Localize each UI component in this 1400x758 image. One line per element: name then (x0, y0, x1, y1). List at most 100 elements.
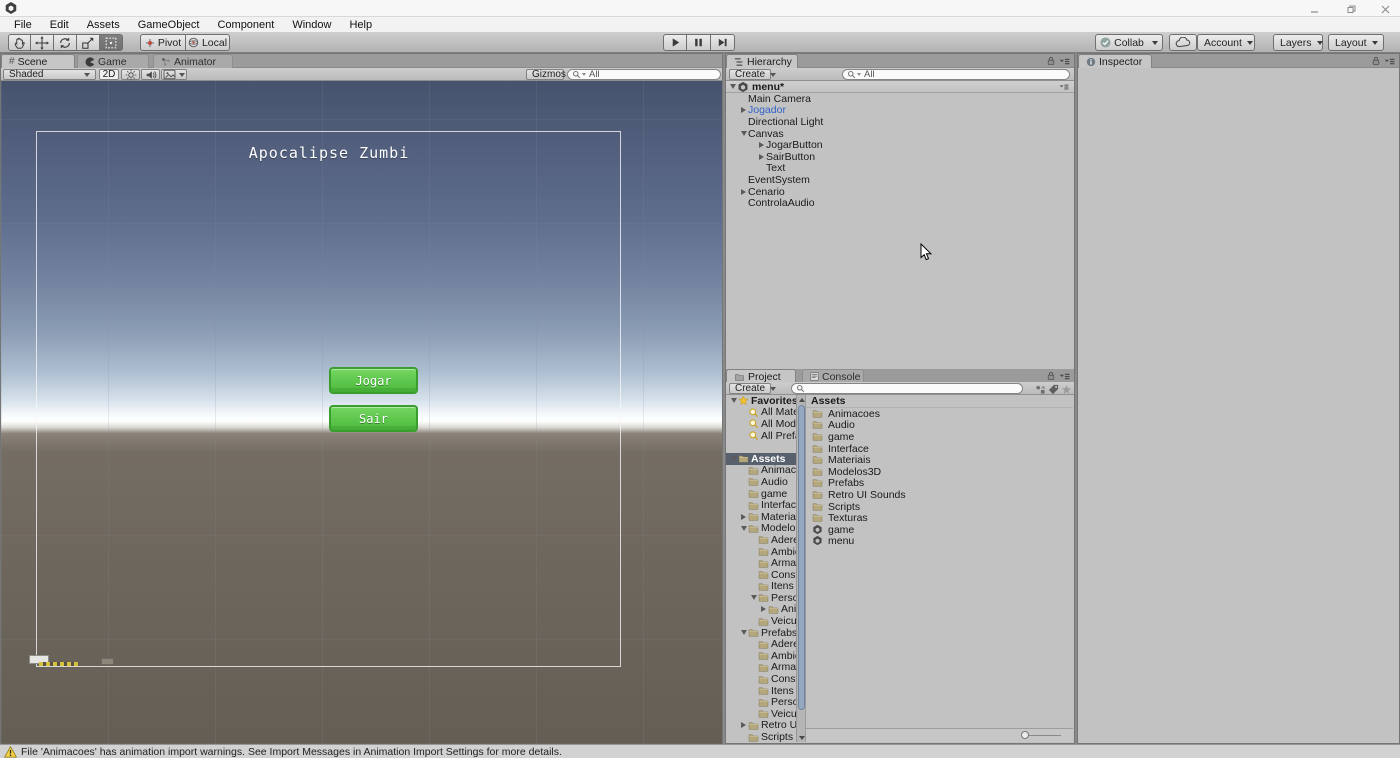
scene-object-barrier[interactable] (39, 662, 79, 666)
move-tool-button[interactable] (31, 34, 54, 51)
tree-item-itens[interactable]: Itens (726, 685, 796, 697)
rotate-tool-button[interactable] (54, 34, 77, 51)
scroll-down-icon[interactable] (798, 734, 805, 741)
tree-item-veiculos[interactable]: Veiculos (726, 708, 796, 720)
foldout-right-icon[interactable] (739, 514, 748, 520)
hierarchy-create-dropdown[interactable]: Create (729, 69, 771, 80)
foldout-right-icon[interactable] (739, 189, 748, 195)
hierarchy-item-directional-light[interactable]: Directional Light (726, 116, 1074, 128)
rect-tool-button[interactable] (100, 34, 123, 51)
menu-gameobject[interactable]: GameObject (129, 17, 209, 32)
foldout-down-icon[interactable] (739, 131, 748, 136)
tree-item-animacoes[interactable]: Animacoes (726, 604, 796, 616)
close-button[interactable] (1374, 3, 1396, 15)
tree-item-construcoes[interactable]: Construcoes (726, 569, 796, 581)
tree-item-prefabs[interactable]: Prefabs (726, 627, 796, 639)
tab-animator[interactable]: Animator (153, 54, 233, 68)
tree-item-game[interactable]: game (726, 488, 796, 500)
tree-item-interface[interactable]: Interface (726, 499, 796, 511)
scale-tool-button[interactable] (77, 34, 100, 51)
tab-game[interactable]: Game (77, 54, 149, 68)
lock-icon[interactable] (1047, 56, 1055, 66)
tree-item-all-prefabs[interactable]: All Prefabs (726, 430, 796, 442)
tree-item-animacoes[interactable]: Animacoes (726, 465, 796, 477)
tree-item-itens[interactable]: Itens (726, 581, 796, 593)
tree-item-assets[interactable]: Assets (726, 453, 796, 465)
play-button[interactable] (663, 34, 687, 51)
scene-lighting-button[interactable] (121, 69, 140, 80)
search-by-label-button[interactable] (1048, 384, 1059, 395)
menu-window[interactable]: Window (283, 17, 340, 32)
tree-item-personagens[interactable]: Personagens (726, 696, 796, 708)
collab-button[interactable]: Collab (1095, 34, 1163, 51)
menu-edit[interactable]: Edit (41, 17, 78, 32)
asset-prefabs[interactable]: Prefabs (806, 478, 1073, 490)
search-by-type-button[interactable] (1035, 384, 1046, 395)
account-dropdown[interactable]: Account (1197, 34, 1255, 51)
asset-animacoes[interactable]: Animacoes (806, 408, 1073, 420)
scene-viewport[interactable]: Apocalipse Zumbi Jogar Sair (1, 81, 722, 744)
foldout-down-icon[interactable] (728, 84, 737, 89)
tree-item-scripts[interactable]: Scripts (726, 731, 796, 742)
tree-item-audio[interactable]: Audio (726, 476, 796, 488)
tree-item-construcoes[interactable]: Construcoes (726, 673, 796, 685)
asset-interface[interactable]: Interface (806, 443, 1073, 455)
tree-item-aderecos[interactable]: Aderecos (726, 534, 796, 546)
hierarchy-item-sairbutton[interactable]: SairButton (726, 151, 1074, 163)
layout-dropdown[interactable]: Layout (1328, 34, 1384, 51)
hierarchy-item-jogador[interactable]: Jogador (726, 105, 1074, 117)
hierarchy-item-controlaaudio[interactable]: ControlaAudio (726, 197, 1074, 209)
pause-button[interactable] (687, 34, 711, 51)
asset-menu[interactable]: menu (806, 536, 1073, 548)
foldout-down-icon[interactable] (749, 595, 758, 600)
pivot-toggle-button[interactable]: Pivot (140, 34, 186, 51)
foldout-right-icon[interactable] (759, 606, 768, 612)
2d-toggle-button[interactable]: 2D (99, 69, 119, 80)
tab-scene[interactable]: #Scene (1, 54, 75, 68)
foldout-right-icon[interactable] (757, 142, 766, 148)
tree-item-veiculos[interactable]: Veiculos (726, 615, 796, 627)
cloud-button[interactable] (1169, 34, 1197, 51)
hierarchy-scene-row[interactable]: menu* (726, 81, 1074, 93)
hierarchy-item-jogarbutton[interactable]: JogarButton (726, 139, 1074, 151)
tab-inspector[interactable]: Inspector (1078, 54, 1152, 68)
menu-help[interactable]: Help (340, 17, 381, 32)
tree-item-aderecos[interactable]: Aderecos (726, 638, 796, 650)
foldout-down-icon[interactable] (739, 630, 748, 635)
menu-assets[interactable]: Assets (78, 17, 129, 32)
restore-button[interactable] (1340, 3, 1362, 15)
scroll-up-icon[interactable] (798, 396, 805, 403)
foldout-right-icon[interactable] (739, 722, 748, 728)
tree-item-ambiente[interactable]: Ambiente (726, 546, 796, 558)
tree-item-materiais[interactable]: Materiais (726, 511, 796, 523)
local-toggle-button[interactable]: Local (186, 34, 230, 51)
minimize-button[interactable] (1303, 3, 1325, 15)
scene-search-input[interactable]: All (567, 69, 721, 80)
scene-object-crate[interactable] (101, 658, 114, 665)
slider-knob[interactable] (1021, 731, 1029, 739)
tree-item-personagens[interactable]: Personagens (726, 592, 796, 604)
scene-effects-dropdown[interactable] (161, 69, 187, 80)
asset-game[interactable]: game (806, 431, 1073, 443)
foldout-down-icon[interactable] (739, 526, 748, 531)
asset-scripts[interactable]: Scripts (806, 501, 1073, 513)
hierarchy-item-cenario[interactable]: Cenario (726, 186, 1074, 198)
project-search-input[interactable] (791, 383, 1023, 394)
asset-audio[interactable]: Audio (806, 420, 1073, 432)
favorites-star-button[interactable] (1061, 384, 1072, 395)
shading-mode-dropdown[interactable]: Shaded (3, 69, 96, 80)
tree-item-all-models[interactable]: All Models (726, 418, 796, 430)
asset-materiais[interactable]: Materiais (806, 454, 1073, 466)
scene-audio-button[interactable] (141, 69, 160, 80)
layers-dropdown[interactable]: Layers (1273, 34, 1323, 51)
tree-item-retro-ui-sounds[interactable]: Retro UI Sounds (726, 720, 796, 732)
lock-icon[interactable] (1372, 56, 1380, 66)
foldout-down-icon[interactable] (729, 456, 738, 461)
menu-component[interactable]: Component (208, 17, 283, 32)
panel-menu-icon[interactable] (1059, 372, 1070, 381)
project-tree-scrollbar[interactable] (796, 395, 805, 742)
foldout-down-icon[interactable] (729, 398, 738, 403)
hierarchy-item-canvas[interactable]: Canvas (726, 128, 1074, 140)
project-create-dropdown[interactable]: Create (729, 383, 771, 394)
tree-item-all-materials[interactable]: All Materials (726, 407, 796, 419)
